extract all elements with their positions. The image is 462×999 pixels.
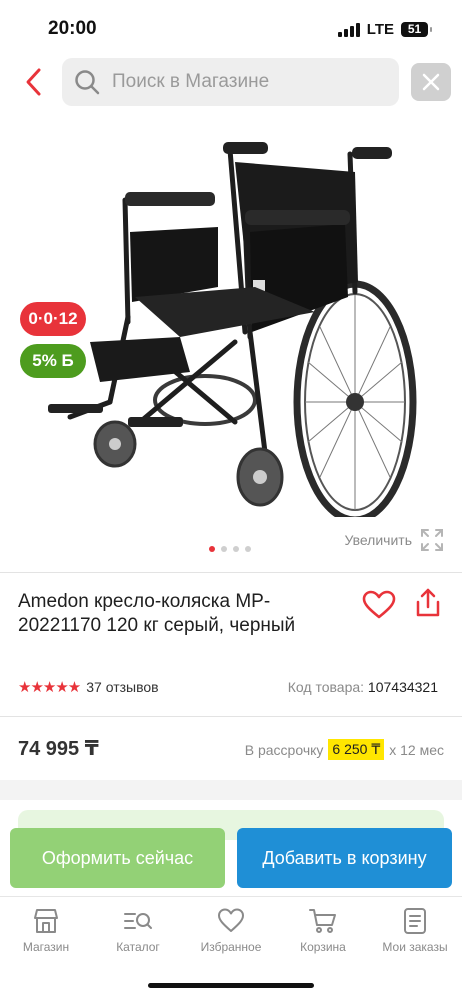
product-title: Amedon кресло-коляска MP-20221170 120 кг…	[18, 591, 296, 636]
tab-shop[interactable]: Магазин	[0, 907, 92, 954]
rating-row[interactable]: ★★★★★ 37 отзывов	[18, 678, 159, 696]
zoom-label: Увеличить	[344, 532, 412, 548]
expand-icon	[421, 529, 443, 551]
close-icon	[422, 73, 440, 91]
shop-icon	[34, 909, 58, 933]
gallery-dot[interactable]	[245, 546, 251, 552]
leg-strap	[90, 337, 190, 382]
heart-icon	[362, 590, 396, 619]
product-code: Код товара: 107434321	[288, 679, 438, 695]
back-button[interactable]	[20, 64, 50, 100]
armrest-left	[125, 192, 215, 206]
tab-label: Корзина	[300, 940, 346, 954]
gallery-dot[interactable]	[209, 546, 215, 552]
tab-label: Мои заказы	[382, 940, 448, 954]
bonus-badge: 5% Б	[20, 344, 86, 378]
push-handle-right	[352, 147, 392, 159]
gallery-dot[interactable]	[221, 546, 227, 552]
reviews-link[interactable]: 37 отзывов	[86, 679, 158, 695]
status-indicators: LTE 51	[337, 21, 432, 38]
rating-stars: ★★★★★	[18, 679, 81, 696]
search-icon	[75, 70, 100, 95]
heart-icon	[218, 908, 244, 932]
tab-orders[interactable]: Мои заказы	[369, 907, 461, 954]
orders-icon	[404, 908, 426, 934]
gallery-dot[interactable]	[233, 546, 239, 552]
product-price: 74 995 ₸	[18, 738, 99, 760]
product-code-label: Код товара:	[287, 679, 365, 695]
chevron-left-icon	[26, 68, 41, 96]
installment-term: x 12 мес	[389, 741, 444, 758]
status-time: 20:00	[48, 18, 97, 39]
search-bar[interactable]	[62, 58, 399, 106]
catalog-icon	[124, 913, 152, 929]
side-panel-left	[130, 227, 218, 302]
product-image[interactable]	[40, 132, 430, 517]
zoom-button[interactable]: Увеличить	[344, 528, 444, 552]
rear-wheel	[293, 280, 417, 517]
divider	[0, 572, 462, 573]
installment-amount: 6 250 ₸	[328, 739, 385, 760]
installment-badge: 0·0·12	[20, 302, 86, 336]
status-bar: 20:00 LTE 51	[0, 0, 462, 58]
product-code-value: 107434321	[367, 679, 438, 695]
divider	[0, 716, 462, 717]
network-label: LTE	[366, 21, 394, 38]
front-casters	[93, 420, 284, 507]
tab-favorites[interactable]: Избранное	[185, 907, 277, 954]
buy-now-button[interactable]: Оформить сейчас	[10, 828, 225, 888]
favorite-button[interactable]	[362, 590, 396, 625]
tab-cart[interactable]: Корзина	[277, 907, 369, 954]
installment-label: В рассрочку	[244, 741, 324, 758]
push-handle-left	[223, 142, 268, 154]
add-to-cart-button[interactable]: Добавить в корзину	[237, 828, 452, 888]
section-separator	[0, 780, 462, 800]
home-indicator	[148, 983, 314, 988]
armrest-right	[245, 210, 350, 225]
search-input[interactable]	[112, 58, 392, 106]
tab-catalog[interactable]: Каталог	[92, 907, 184, 954]
signal-icon	[337, 22, 360, 37]
share-icon	[416, 588, 440, 617]
installment-info: В рассрочку 6 250 ₸ x 12 мес	[245, 739, 444, 760]
gallery-dots[interactable]	[209, 546, 251, 552]
share-button[interactable]	[414, 588, 442, 623]
battery-icon: 51	[401, 22, 432, 37]
cart-icon	[309, 909, 336, 933]
tab-label: Каталог	[116, 940, 160, 954]
footrest-right	[128, 417, 183, 427]
footrest-left	[48, 404, 103, 413]
tab-label: Магазин	[22, 940, 70, 954]
clear-search-button[interactable]	[411, 63, 451, 101]
tab-label: Избранное	[200, 940, 262, 954]
